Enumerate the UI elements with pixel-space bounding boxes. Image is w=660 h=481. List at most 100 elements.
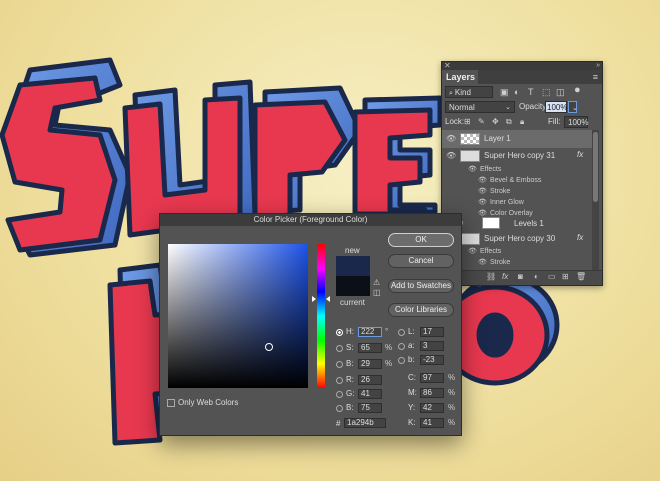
close-icon[interactable]: ✕ bbox=[444, 62, 451, 70]
m-input[interactable]: 86 bbox=[420, 388, 444, 398]
shape-filter-icon[interactable]: ⬚ bbox=[542, 86, 551, 98]
g-input[interactable]: 41 bbox=[358, 389, 382, 399]
layer-row[interactable]: 👁︎ Super Hero copy 30 fx bbox=[442, 232, 592, 246]
color-picker-dialog: Color Picker (Foreground Color) new curr… bbox=[159, 213, 462, 436]
layers-scrollbar[interactable] bbox=[592, 130, 599, 270]
only-web-colors-checkbox[interactable] bbox=[167, 399, 175, 407]
current-color-swatch[interactable] bbox=[336, 276, 370, 296]
effect-item[interactable]: Stroke bbox=[490, 187, 510, 197]
l-label: L: bbox=[408, 327, 415, 336]
b-label: B: bbox=[346, 359, 354, 368]
kind-filter-select[interactable]: ⌕ Kind bbox=[445, 86, 493, 98]
dialog-title: Color Picker (Foreground Color) bbox=[160, 214, 461, 226]
tab-layers[interactable]: Layers bbox=[442, 70, 478, 84]
visibility-eye-icon[interactable]: 👁︎ bbox=[478, 187, 487, 197]
panel-menu-icon[interactable]: ≡ bbox=[593, 70, 598, 84]
opacity-input[interactable]: 100% bbox=[545, 101, 567, 113]
layer-name[interactable]: Levels 1 bbox=[514, 219, 544, 228]
a-input[interactable]: 3 bbox=[420, 341, 444, 351]
l-radio[interactable] bbox=[398, 329, 405, 336]
hex-input[interactable]: 1a294b bbox=[344, 418, 386, 428]
new-adjustment-icon[interactable]: ◐ bbox=[534, 272, 539, 281]
fill-input[interactable]: 100% bbox=[564, 116, 588, 128]
layer-row[interactable]: 👁︎ Super Hero copy 31 fx bbox=[442, 148, 592, 164]
blue-label: B: bbox=[346, 403, 354, 412]
ok-button[interactable]: OK bbox=[388, 233, 454, 247]
add-to-swatches-button[interactable]: Add to Swatches bbox=[388, 279, 454, 293]
trash-icon[interactable]: 🗑︎ bbox=[576, 272, 586, 281]
filter-toggle-icon[interactable]: ● bbox=[574, 84, 581, 96]
add-mask-icon[interactable]: ◙ bbox=[518, 272, 523, 281]
lab-b-input[interactable]: -23 bbox=[420, 355, 444, 365]
lock-artboard-icon[interactable]: ⧉ bbox=[506, 116, 512, 128]
pixel-filter-icon[interactable]: ▣ bbox=[500, 86, 509, 98]
blue-radio[interactable] bbox=[336, 405, 343, 412]
visibility-eye-icon[interactable]: 👁︎ bbox=[468, 165, 477, 175]
blend-mode-select[interactable]: Normal ⌄ bbox=[445, 101, 515, 113]
link-icon[interactable]: ⛓︎ bbox=[486, 272, 496, 281]
c-unit: % bbox=[448, 373, 456, 382]
k-unit: % bbox=[448, 418, 456, 427]
s-input[interactable]: 65 bbox=[358, 343, 382, 353]
lock-label: Lock: bbox=[445, 117, 465, 126]
layers-panel: ✕ » Layers ≡ ⌕ Kind ▣ ◐ T ⬚ ◫ ● Normal ⌄… bbox=[441, 61, 603, 286]
hue-slider-handle-right[interactable] bbox=[326, 296, 330, 302]
blue-input[interactable]: 75 bbox=[358, 403, 382, 413]
b-input[interactable]: 29 bbox=[358, 359, 382, 369]
hue-slider[interactable] bbox=[317, 244, 325, 388]
lock-transparent-icon[interactable]: ⊞ bbox=[464, 116, 471, 128]
collapse-icon[interactable]: » bbox=[596, 62, 600, 70]
hue-slider-handle-left[interactable] bbox=[312, 296, 316, 302]
cancel-button[interactable]: Cancel bbox=[388, 254, 454, 268]
effect-item[interactable]: Stroke bbox=[490, 258, 510, 268]
lock-all-icon[interactable]: 🔒︎ bbox=[520, 116, 524, 128]
lock-position-icon[interactable]: ✥ bbox=[492, 116, 499, 128]
layer-name[interactable]: Layer 1 bbox=[484, 134, 511, 143]
layer-row[interactable]: 👁︎ ◐ Levels 1 bbox=[442, 214, 592, 232]
visibility-eye-icon[interactable]: 👁︎ bbox=[478, 198, 487, 208]
effect-item[interactable]: Bevel & Emboss bbox=[490, 176, 541, 186]
visibility-eye-icon[interactable]: 👁︎ bbox=[446, 151, 456, 160]
c-input[interactable]: 97 bbox=[420, 373, 444, 383]
visibility-eye-icon[interactable]: 👁︎ bbox=[478, 176, 487, 186]
h-input[interactable]: 222 bbox=[358, 327, 382, 337]
layer-name[interactable]: Super Hero copy 30 bbox=[484, 234, 555, 243]
visibility-eye-icon[interactable]: 👁︎ bbox=[478, 258, 487, 268]
color-cursor[interactable] bbox=[265, 343, 273, 351]
s-radio[interactable] bbox=[336, 345, 343, 352]
k-label: K: bbox=[408, 418, 416, 427]
adjustment-filter-icon[interactable]: ◐ bbox=[514, 86, 519, 98]
lock-pixels-icon[interactable]: ✎ bbox=[478, 116, 485, 128]
y-input[interactable]: 42 bbox=[420, 403, 444, 413]
panel-tab-bar: Layers ≡ bbox=[442, 70, 602, 84]
layer-row-selected[interactable]: 👁︎ Layer 1 bbox=[442, 130, 592, 148]
a-radio[interactable] bbox=[398, 343, 405, 350]
scrollbar-thumb[interactable] bbox=[593, 132, 598, 202]
type-filter-icon[interactable]: T bbox=[528, 86, 534, 98]
visibility-eye-icon[interactable]: 👁︎ bbox=[446, 134, 456, 143]
panel-footer: ⛓︎ fx ◙ ◐ ▭ ⊞ 🗑︎ bbox=[442, 270, 602, 285]
color-libraries-button[interactable]: Color Libraries bbox=[388, 303, 454, 317]
saturation-brightness-field[interactable] bbox=[168, 244, 308, 388]
fx-icon[interactable]: fx bbox=[577, 233, 583, 242]
new-group-icon[interactable]: ▭ bbox=[548, 272, 556, 281]
k-input[interactable]: 41 bbox=[420, 418, 444, 428]
effect-item[interactable]: Inner Glow bbox=[490, 198, 524, 208]
r-input[interactable]: 26 bbox=[358, 375, 382, 385]
web-safe-cube-icon[interactable]: ◫ bbox=[373, 288, 381, 297]
gamut-warning-icon[interactable]: ⚠ bbox=[373, 278, 380, 287]
lab-b-radio[interactable] bbox=[398, 357, 405, 364]
add-style-icon[interactable]: fx bbox=[502, 272, 508, 281]
b-radio[interactable] bbox=[336, 361, 343, 368]
smart-object-filter-icon[interactable]: ◫ bbox=[556, 86, 565, 98]
fx-icon[interactable]: fx bbox=[577, 150, 583, 159]
new-layer-icon[interactable]: ⊞ bbox=[562, 272, 569, 281]
r-radio[interactable] bbox=[336, 377, 343, 384]
layer-name[interactable]: Super Hero copy 31 bbox=[484, 151, 555, 160]
opacity-dropdown[interactable]: ⌄ bbox=[568, 101, 578, 113]
l-input[interactable]: 17 bbox=[420, 327, 444, 337]
h-radio[interactable] bbox=[336, 329, 343, 336]
only-web-colors-label: Only Web Colors bbox=[178, 398, 239, 407]
visibility-eye-icon[interactable]: 👁︎ bbox=[468, 247, 477, 257]
g-radio[interactable] bbox=[336, 391, 343, 398]
